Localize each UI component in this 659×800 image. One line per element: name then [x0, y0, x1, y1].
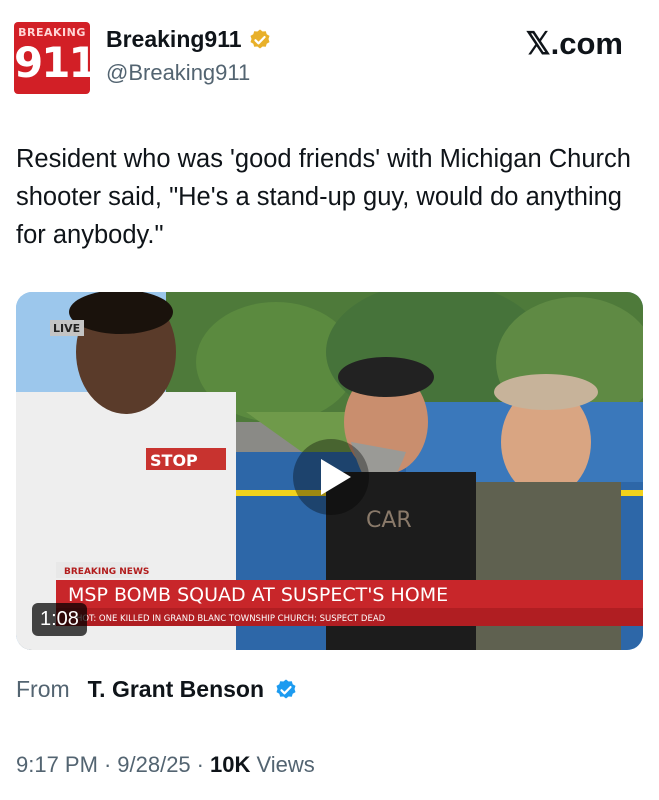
lower-third-ticker: HOT: ONE KILLED IN GRAND BLANC TOWNSHIP …: [76, 614, 386, 624]
shirt-text: CAR: [366, 508, 412, 533]
author-display-name[interactable]: Breaking911: [106, 26, 242, 53]
author-avatar[interactable]: BREAKING 911: [14, 22, 90, 94]
tweet-text: Resident who was 'good friends' with Mic…: [16, 145, 631, 249]
live-badge: LIVE: [53, 322, 80, 335]
x-com-logo[interactable]: 𝕏.com: [526, 26, 623, 62]
views-count: 10K: [210, 752, 251, 777]
source-from-label: From: [16, 676, 70, 702]
verified-gold-badge-icon: [250, 29, 270, 48]
meta-separator: ·: [103, 752, 112, 777]
author-handle[interactable]: @Breaking911: [106, 60, 250, 86]
author-name-row: Breaking911: [106, 26, 272, 53]
verified-blue-badge-icon: [276, 679, 296, 698]
video-source: From T. Grant Benson: [16, 676, 298, 703]
play-icon[interactable]: [291, 437, 371, 517]
lower-third-headline: MSP BOMB SQUAD AT SUSPECT'S HOME: [68, 584, 448, 606]
stop-sign-text: STOP: [150, 451, 198, 470]
avatar-number: 911: [14, 38, 90, 87]
tweet-time[interactable]: 9:17 PM: [16, 752, 98, 778]
views-label: Views: [256, 752, 315, 777]
breaking-news-label: BREAKING NEWS: [64, 567, 149, 577]
tweet-date[interactable]: 9/28/25: [117, 752, 190, 778]
meta-separator: ·: [196, 752, 204, 777]
video-duration: 1:08: [32, 603, 87, 636]
source-name-link[interactable]: T. Grant Benson: [88, 676, 264, 703]
tweet-meta: 9:17 PM · 9/28/25 · 10K Views: [16, 752, 315, 778]
